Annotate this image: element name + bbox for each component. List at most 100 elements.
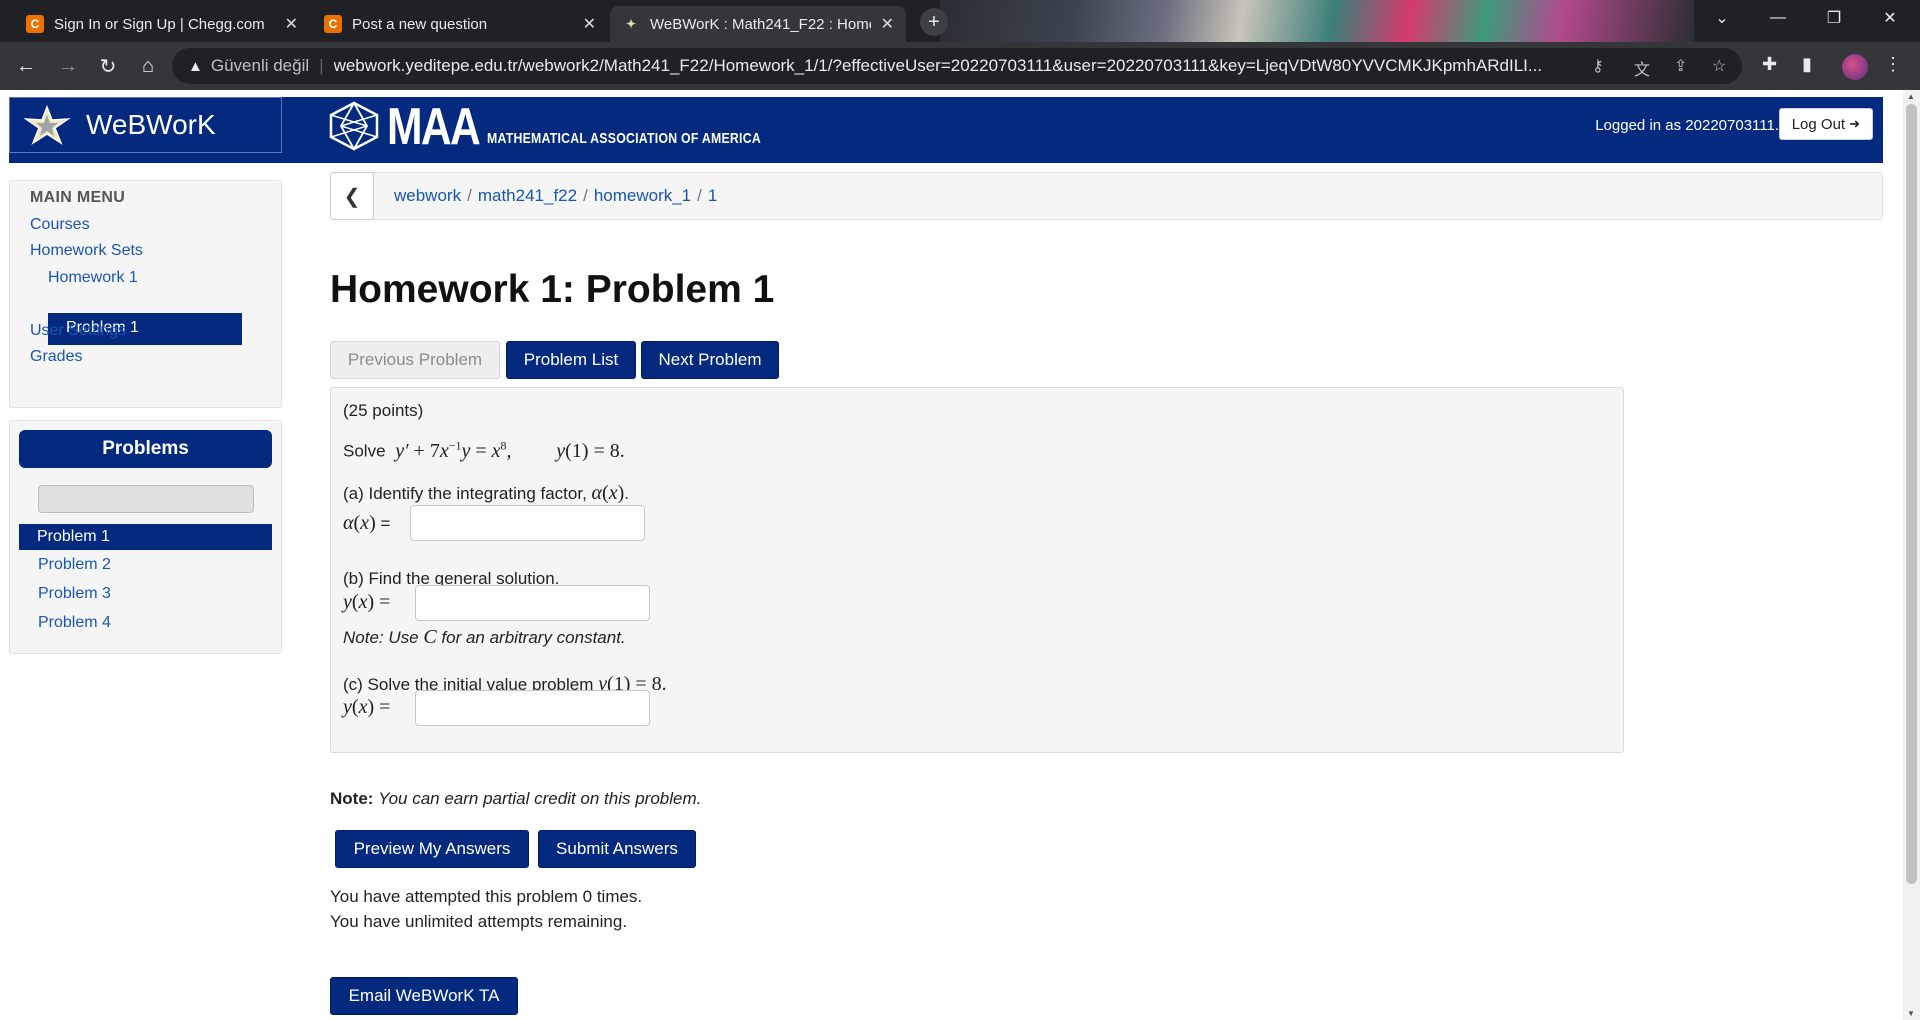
address-separator: |: [319, 56, 324, 75]
reload-icon[interactable]: ↻: [96, 54, 120, 78]
main-menu-panel: MAIN MENU Courses Homework Sets Homework…: [9, 180, 282, 408]
problems-panel: Problems Problem 1 Problem 2 Problem 3 P…: [9, 420, 282, 654]
tab-search-chevron-icon[interactable]: ⌄: [1694, 0, 1750, 36]
browser-tab-webwork[interactable]: ✦ WeBWorK : Math241_F22 : Homework_1 ✕: [610, 6, 906, 42]
next-problem-button[interactable]: Next Problem: [641, 341, 779, 379]
initial-condition: y(1) = 8.: [556, 439, 625, 462]
url-text[interactable]: webwork.yeditepe.edu.tr/webwork2/Math241…: [334, 56, 1584, 76]
note-suffix: for an arbitrary constant.: [441, 628, 626, 647]
problem-list-item-3[interactable]: Problem 3: [38, 585, 111, 603]
previous-problem-button: Previous Problem: [330, 341, 500, 379]
problem-list-item-1[interactable]: Problem 1: [19, 524, 272, 550]
menu-link-user-settings[interactable]: User Settings: [30, 322, 126, 340]
page-scrollbar[interactable]: ▲ ▼: [1903, 90, 1920, 1020]
close-window-icon[interactable]: ✕: [1862, 0, 1918, 36]
menu-link-homework-sets[interactable]: Homework Sets: [30, 242, 143, 260]
close-tab-icon[interactable]: ✕: [583, 14, 596, 34]
profile-avatar[interactable]: [1842, 54, 1868, 80]
back-arrow-icon[interactable]: ←: [14, 54, 38, 78]
chegg-icon: C: [324, 15, 342, 33]
address-bar[interactable]: ▲ Güvenli değil | webwork.yeditepe.edu.t…: [172, 48, 1742, 84]
maa-logo[interactable]: MAA MATHEMATICAL ASSOCIATION OF AMERICA: [327, 98, 822, 156]
breadcrumb-item-course[interactable]: math241_f22: [478, 186, 577, 205]
maa-wordmark: MAA: [387, 98, 481, 156]
scrollbar-thumb[interactable]: [1906, 104, 1917, 884]
preview-answers-button[interactable]: Preview My Answers: [335, 830, 529, 868]
masthead: WeBWorK MAA MATHEMATICAL ASSOCIATION OF …: [9, 97, 1883, 163]
part-c-answer-label: y(x) =: [343, 696, 391, 718]
problem-body: (25 points) Solve y′ + 7x−1y = x8, y(1) …: [330, 387, 1624, 753]
email-ta-button[interactable]: Email WeBWorK TA: [330, 977, 518, 1015]
scroll-down-icon[interactable]: ▼: [1907, 1009, 1915, 1018]
problem-list-item-2[interactable]: Problem 2: [38, 556, 111, 574]
problem-points: (25 points): [343, 401, 424, 420]
constant-c: C: [423, 626, 437, 648]
problem-list-button[interactable]: Problem List: [506, 341, 636, 379]
part-b-answer-label: y(x) =: [343, 591, 391, 613]
breadcrumb-separator: /: [697, 186, 702, 205]
differential-equation: y′ + 7x−1y = x8,: [390, 438, 512, 462]
extensions-puzzle-icon[interactable]: ✚: [1762, 54, 1777, 75]
tab-label: WeBWorK : Math241_F22 : Homework_1: [650, 15, 871, 33]
submit-answers-button[interactable]: Submit Answers: [538, 830, 696, 868]
warning-triangle-icon[interactable]: ▲: [188, 58, 203, 75]
part-c-answer-input[interactable]: [415, 690, 650, 726]
problem-list-item-4[interactable]: Problem 4: [38, 614, 111, 632]
part-a-text: (a) Identify the integrating factor,: [343, 484, 587, 503]
scroll-up-icon[interactable]: ▲: [1907, 92, 1915, 101]
menu-link-homework-1[interactable]: Homework 1: [48, 269, 138, 287]
progress-bar: [38, 485, 254, 513]
alpha-symbol: α(x): [591, 482, 625, 504]
close-tab-icon[interactable]: ✕: [881, 14, 894, 34]
attempts-remaining: You have unlimited attempts remaining.: [330, 912, 628, 931]
note-text: You can earn partial credit on this prob…: [378, 789, 702, 808]
restore-icon[interactable]: ❐: [1806, 0, 1862, 36]
breadcrumb-trail: webwork / math241_f22 / homework_1 / 1: [394, 186, 717, 206]
chegg-icon: C: [26, 15, 44, 33]
menu-link-grades[interactable]: Grades: [30, 348, 82, 366]
forward-arrow-icon[interactable]: →: [56, 54, 80, 78]
chevron-left-icon: ❮: [343, 185, 361, 208]
tab-label: Post a new question: [352, 15, 488, 33]
share-icon[interactable]: ⇪: [1674, 56, 1687, 76]
security-status[interactable]: Güvenli değil: [211, 56, 309, 76]
breadcrumb: ❮ webwork / math241_f22 / homework_1 / 1: [330, 172, 1883, 220]
translate-icon[interactable]: 文: [1634, 56, 1650, 80]
logout-label: Log Out: [1791, 115, 1846, 133]
solve-label: Solve: [343, 441, 386, 461]
breadcrumb-separator: /: [583, 186, 588, 205]
part-b-answer-input[interactable]: [415, 585, 650, 621]
webwork-page: WeBWorK MAA MATHEMATICAL ASSOCIATION OF …: [0, 90, 1920, 1020]
logout-icon: ➜: [1849, 116, 1860, 131]
breadcrumb-item-webwork[interactable]: webwork: [394, 186, 461, 205]
part-a-question: (a) Identify the integrating factor, α(x…: [343, 482, 630, 504]
part-a-answer-label: α(x) =: [343, 512, 391, 534]
logo-text: WeBWorK: [86, 109, 216, 140]
close-tab-icon[interactable]: ✕: [285, 14, 298, 34]
maa-polyhedron-icon: [329, 101, 379, 151]
side-panel-icon[interactable]: ▮: [1802, 54, 1812, 75]
new-tab-icon[interactable]: +: [920, 8, 948, 36]
logged-in-status: Logged in as 20220703111.: [1595, 117, 1779, 134]
breadcrumb-item-set[interactable]: homework_1: [594, 186, 691, 205]
webwork-star-icon: [23, 105, 71, 145]
browser-tab-chegg-signin[interactable]: C Sign In or Sign Up | Chegg.com ✕: [14, 6, 310, 42]
logout-button[interactable]: Log Out ➜: [1778, 108, 1873, 140]
menu-link-courses[interactable]: Courses: [30, 216, 90, 234]
note-prefix: Note: Use: [343, 628, 419, 647]
key-icon[interactable]: ⚷: [1592, 56, 1604, 76]
problems-panel-title: Problems: [19, 430, 272, 468]
tab-label: Sign In or Sign Up | Chegg.com: [54, 15, 265, 33]
part-b-note: Note: Use C for an arbitrary constant.: [343, 626, 626, 649]
webwork-logo[interactable]: WeBWorK: [9, 97, 282, 153]
breadcrumb-back-button[interactable]: ❮: [330, 172, 374, 220]
browser-toolbar: ← → ↻ ⌂ ▲ Güvenli değil | webwork.yedite…: [0, 42, 1920, 90]
browser-tab-chegg-post[interactable]: C Post a new question ✕: [312, 6, 608, 42]
browser-menu-icon[interactable]: ⋮: [1884, 54, 1902, 75]
part-a-answer-input[interactable]: [410, 505, 645, 541]
breadcrumb-item-problem[interactable]: 1: [708, 186, 717, 205]
bookmark-star-icon[interactable]: ☆: [1712, 56, 1726, 76]
minimize-icon[interactable]: —: [1750, 0, 1806, 36]
browser-tab-bar: C Sign In or Sign Up | Chegg.com ✕ C Pos…: [0, 0, 1920, 42]
home-icon[interactable]: ⌂: [136, 54, 160, 78]
